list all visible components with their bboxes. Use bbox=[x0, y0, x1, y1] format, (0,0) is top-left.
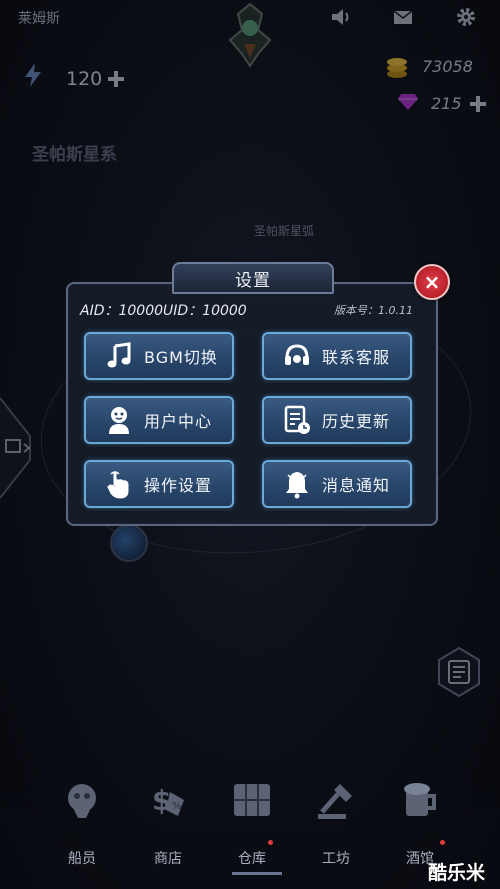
user-icon bbox=[104, 405, 134, 435]
nav-item-warehouse[interactable]: 仓库 bbox=[210, 778, 294, 868]
contact-support-button[interactable]: 联系客服 bbox=[262, 332, 412, 380]
headset-icon bbox=[282, 341, 312, 371]
version-text: 版本号：1.0.11 bbox=[334, 304, 413, 317]
control-settings-label: 操作设置 bbox=[144, 476, 213, 495]
nav-item-crew[interactable]: 船员 bbox=[40, 778, 124, 868]
nav-item-workshop[interactable]: 工坊 bbox=[294, 778, 378, 868]
warehouse-icon bbox=[234, 784, 270, 816]
nav-label-warehouse: 仓库 bbox=[238, 851, 266, 867]
tavern-icon bbox=[404, 783, 436, 816]
bell-icon bbox=[282, 469, 312, 499]
update-history-button[interactable]: 历史更新 bbox=[262, 396, 412, 444]
shop-icon: $% bbox=[152, 784, 184, 817]
nav-label-workshop: 工坊 bbox=[322, 851, 350, 867]
user-center-label: 用户中心 bbox=[144, 412, 213, 431]
notifications-label: 消息通知 bbox=[322, 476, 391, 495]
settings-dialog-title: 设置 bbox=[172, 262, 334, 294]
user-center-button[interactable]: 用户中心 bbox=[84, 396, 234, 444]
nav-item-tavern[interactable]: 酒馆 bbox=[378, 778, 462, 868]
account-id-text: AID：10000UID：10000 bbox=[80, 303, 247, 319]
nav-label-shop: 商店 bbox=[154, 851, 182, 867]
crew-icon bbox=[68, 784, 96, 818]
tap-hand-icon bbox=[104, 469, 134, 499]
nav-label-crew: 船员 bbox=[68, 851, 96, 867]
nav-active-indicator bbox=[232, 872, 282, 875]
svg-text:%: % bbox=[172, 801, 182, 812]
contact-support-label: 联系客服 bbox=[322, 348, 391, 367]
close-button[interactable]: × bbox=[414, 264, 450, 300]
control-settings-button[interactable]: 操作设置 bbox=[84, 460, 234, 508]
update-history-label: 历史更新 bbox=[322, 412, 391, 431]
bgm-toggle-button[interactable]: BGM切换 bbox=[84, 332, 234, 380]
notifications-button[interactable]: 消息通知 bbox=[262, 460, 412, 508]
update-log-icon bbox=[282, 405, 312, 435]
tavern-notification-dot bbox=[440, 840, 445, 845]
nav-item-shop[interactable]: $% 商店 bbox=[126, 778, 210, 868]
watermark: 酷乐米 bbox=[428, 862, 486, 884]
warehouse-notification-dot bbox=[268, 840, 273, 845]
bgm-toggle-label: BGM切换 bbox=[144, 348, 218, 367]
music-note-icon bbox=[104, 341, 134, 371]
workshop-icon bbox=[318, 784, 352, 819]
